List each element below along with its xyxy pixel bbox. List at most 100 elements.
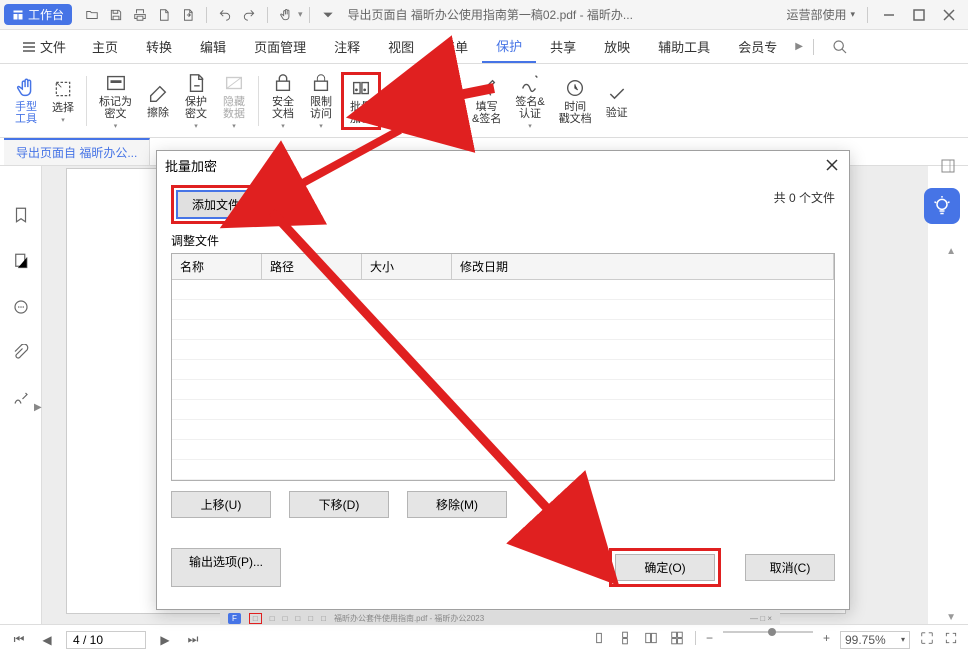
hide-data[interactable]: 隐藏 数据▾ [216,70,252,132]
dept-dropdown[interactable]: 运营部使用▾ [780,6,861,23]
close-button[interactable] [934,1,964,29]
pages-icon[interactable] [12,252,30,270]
document-tab[interactable]: 导出页面自 福昕办公... [4,138,150,165]
export-doc-icon[interactable] [176,3,200,27]
new-doc-icon[interactable] [152,3,176,27]
menu-share[interactable]: 共享 [536,30,590,63]
app-badge[interactable]: 工作台 [4,4,72,25]
col-size[interactable]: 大小 [362,254,452,279]
timestamp[interactable]: 时间 戳文档 [553,75,598,127]
maximize-button[interactable] [904,1,934,29]
lightbulb-help[interactable] [924,188,960,224]
inspect[interactable]: 设查▾ [383,76,417,126]
app-badge-label: 工作台 [28,6,64,23]
add-file-button[interactable]: 添加文件(F)... [176,190,281,219]
confirm-button[interactable]: 确定(O) [615,554,715,581]
mark-redact[interactable]: 标记为 密文▾ [93,70,138,132]
open-folder-icon[interactable] [80,3,104,27]
output-options-button[interactable]: 输出选项(P)... [171,548,281,587]
menu-edit[interactable]: 编辑 [186,30,240,63]
ribbon: 手型 工具 选择▾ 标记为 密文▾ 擦除 保护 密文▾ 隐藏 数据▾ 安全 文档… [0,64,968,138]
undo-icon[interactable] [213,3,237,27]
remove-button[interactable]: 移除(M) [407,491,507,518]
protect-redact[interactable]: 保护 密文▾ [178,70,214,132]
menu-view[interactable]: 视图 [374,30,428,63]
zoom-value[interactable]: 99.75%▾ [840,631,910,649]
batch-encrypt-icon [350,77,372,99]
fit-width-icon[interactable] [920,631,934,649]
separator [206,7,207,23]
separator [267,7,268,23]
secure-doc[interactable]: 安全 文档▾ [265,70,301,132]
menu-vip[interactable]: 会员专 [724,30,791,63]
chevron-down-icon[interactable] [316,3,340,27]
zoom-in-button[interactable]: + [823,631,830,649]
batch-encrypt[interactable]: 批量 加密 [341,72,381,130]
fill-sign[interactable]: 填写 &签名 [466,75,507,127]
scroll-down[interactable]: ▼ [946,612,956,623]
separator [867,7,868,23]
view-facing-cont-icon[interactable] [669,631,685,649]
last-page-button[interactable]: ⏭ [184,631,202,649]
move-up-button[interactable]: 上移(U) [171,491,271,518]
col-path[interactable]: 路径 [262,254,362,279]
menu-present[interactable]: 放映 [590,30,644,63]
col-name[interactable]: 名称 [172,254,262,279]
menu-home[interactable]: 主页 [78,30,132,63]
file-table: 名称 路径 大小 修改日期 [171,253,835,481]
menu-form[interactable]: 表单 [428,30,482,63]
menu-scroll-right[interactable]: ▶ [791,41,807,52]
restrict-access[interactable]: 限制 访问▾ [303,70,339,132]
comment-icon[interactable] [12,298,30,316]
view-facing-icon[interactable] [643,631,659,649]
page-input[interactable] [66,631,146,649]
bookmark-icon[interactable] [12,206,30,224]
left-sidebar: ▶ [0,166,42,624]
menu-file[interactable]: 文件 [10,30,78,63]
clock-icon [564,77,586,99]
view-single-icon[interactable] [591,631,607,649]
dialog-close-button[interactable] [823,156,841,174]
save-icon[interactable] [104,3,128,27]
zoom-out-button[interactable]: − [706,631,713,649]
menu-protect[interactable]: 保护 [482,30,536,63]
expand-sidebar[interactable]: ▶ [34,402,42,413]
mark-redact-icon [105,72,127,94]
menu-comment[interactable]: 注释 [320,30,374,63]
erase[interactable]: 擦除 [140,81,176,121]
hand-icon[interactable] [274,3,298,27]
lock-doc-icon [272,72,294,94]
col-mdate[interactable]: 修改日期 [452,254,834,279]
signature-panel-icon[interactable] [12,390,30,408]
scroll-up[interactable]: ▲ [946,246,956,257]
minimize-button[interactable] [874,1,904,29]
first-page-button[interactable]: ⏮ [10,631,28,649]
menu-page[interactable]: 页面管理 [240,30,320,63]
select-icon [52,78,74,100]
verify[interactable]: 验证 [600,81,634,121]
menu-aux[interactable]: 辅助工具 [644,30,724,63]
sensitivity[interactable]: 敏感 度▾ [419,70,453,132]
view-cont-icon[interactable] [617,631,633,649]
next-page-button[interactable]: ▶ [156,631,174,649]
shield-icon [185,72,207,94]
print-icon[interactable] [128,3,152,27]
attachment-icon[interactable] [12,344,30,362]
inspect-icon [389,78,411,100]
search-icon[interactable] [832,39,848,55]
menu-convert[interactable]: 转换 [132,30,186,63]
zoom-slider[interactable] [723,631,813,633]
sensitivity-icon [425,72,447,94]
prev-page-button[interactable]: ◀ [38,631,56,649]
cancel-button[interactable]: 取消(C) [745,554,835,581]
hand-tool[interactable]: 手型 工具 [8,75,44,127]
sign-icon [519,72,541,94]
redo-icon[interactable] [237,3,261,27]
fullscreen-icon[interactable] [944,631,958,649]
sign-cert[interactable]: 签名& 认证▾ [509,70,550,132]
adjust-label: 调整文件 [171,232,835,249]
move-down-button[interactable]: 下移(D) [289,491,389,518]
panel-toggle-icon[interactable] [940,158,956,174]
title-bar: 工作台 ▾ 导出页面自 福昕办公使用指南第一稿02.pdf - 福昕办... 运… [0,0,968,30]
select-tool[interactable]: 选择▾ [46,76,80,126]
